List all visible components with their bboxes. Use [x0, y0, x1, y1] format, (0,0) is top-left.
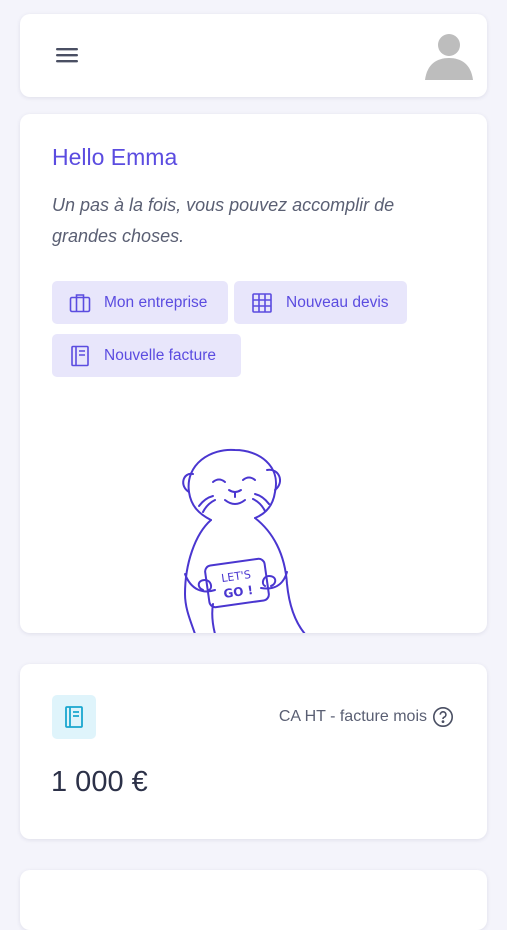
sign-text-line2: GO ! — [223, 583, 254, 601]
grid-icon — [250, 291, 274, 315]
new-invoice-button[interactable]: Nouvelle facture — [52, 334, 241, 377]
new-quote-button[interactable]: Nouveau devis — [234, 281, 407, 324]
my-company-label: Mon entreprise — [104, 293, 208, 311]
help-circle-icon[interactable] — [432, 706, 454, 728]
revenue-value: 1 000 € — [51, 766, 148, 798]
invoice-icon — [68, 344, 92, 368]
new-invoice-label: Nouvelle facture — [104, 346, 217, 364]
welcome-card: Hello Emma Un pas à la fois, vous pouvez… — [20, 114, 487, 633]
top-bar — [20, 14, 487, 97]
motivation-subtitle: Un pas à la fois, vous pouvez accomplir … — [52, 195, 395, 246]
my-company-button[interactable]: Mon entreprise — [52, 281, 228, 324]
greeting-title: Hello Emma — [52, 144, 178, 170]
invoice-book-icon — [52, 695, 96, 739]
sign-text-line1: LET'S — [220, 568, 251, 585]
briefcase-icon — [68, 291, 92, 315]
user-avatar-icon[interactable] — [423, 30, 475, 82]
revenue-card: CA HT - facture mois 1 000 € — [20, 664, 487, 839]
next-card — [20, 870, 487, 930]
otter-illustration: LET'S GO ! — [155, 444, 315, 633]
new-quote-label: Nouveau devis — [286, 293, 389, 311]
revenue-label: CA HT - facture mois — [278, 708, 427, 725]
hamburger-menu-icon[interactable] — [54, 44, 80, 66]
